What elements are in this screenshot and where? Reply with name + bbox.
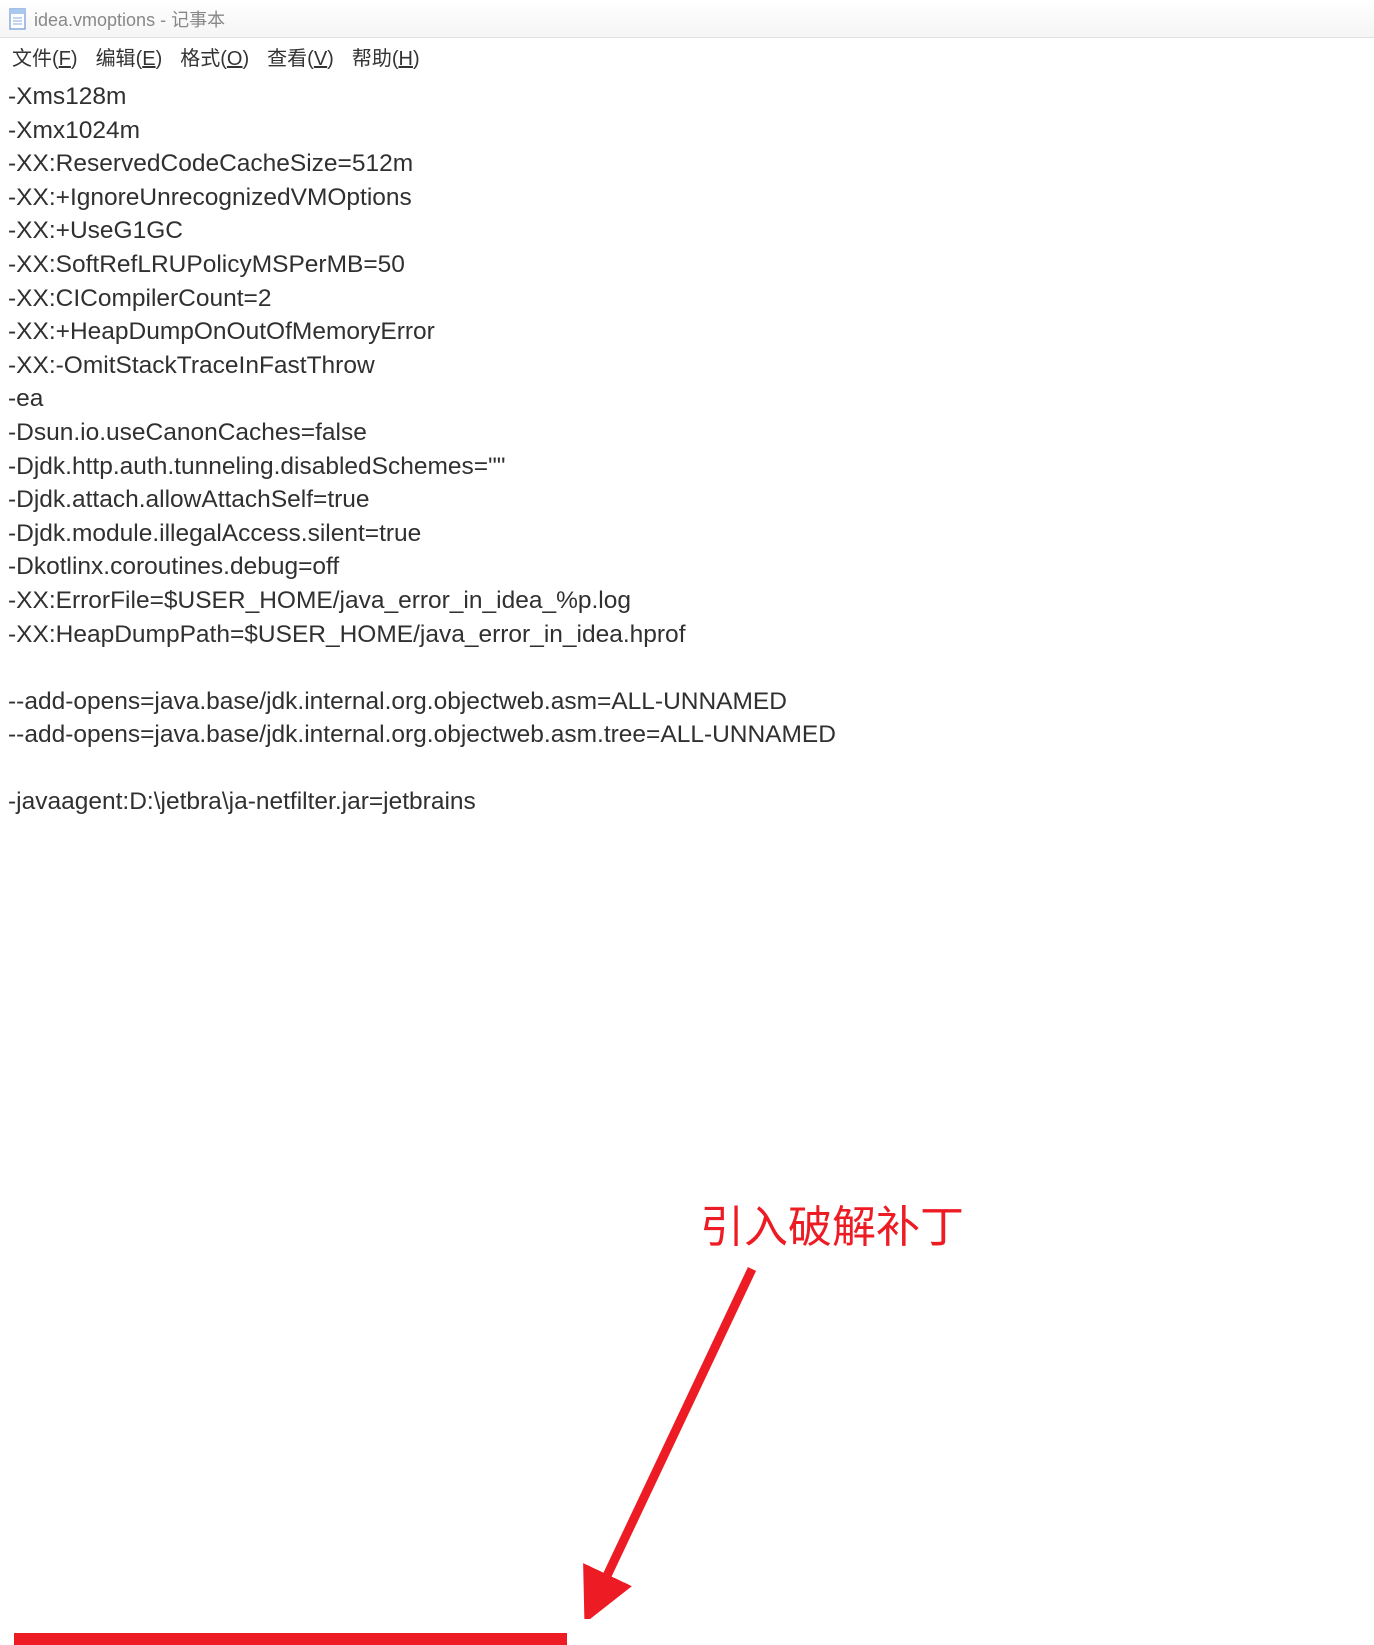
text-content[interactable]: -Xms128m -Xmx1024m -XX:ReservedCodeCache… <box>0 74 1374 819</box>
menu-edit[interactable]: 编辑(E) <box>92 40 167 73</box>
menu-format[interactable]: 格式(O) <box>176 40 253 73</box>
annotation-label: 引入破解补丁 <box>700 1191 964 1255</box>
window-title: idea.vmoptions - 记事本 <box>34 6 225 32</box>
title-bar: idea.vmoptions - 记事本 <box>0 0 1374 38</box>
menu-bar: 文件(F) 编辑(E) 格式(O) 查看(V) 帮助(H) <box>0 38 1374 74</box>
annotation-arrow-icon <box>574 1259 774 1619</box>
notepad-icon <box>8 7 28 31</box>
annotation-underline <box>14 1633 567 1645</box>
menu-view[interactable]: 查看(V) <box>263 40 338 73</box>
menu-file[interactable]: 文件(F) <box>8 40 82 73</box>
menu-help[interactable]: 帮助(H) <box>348 40 424 73</box>
